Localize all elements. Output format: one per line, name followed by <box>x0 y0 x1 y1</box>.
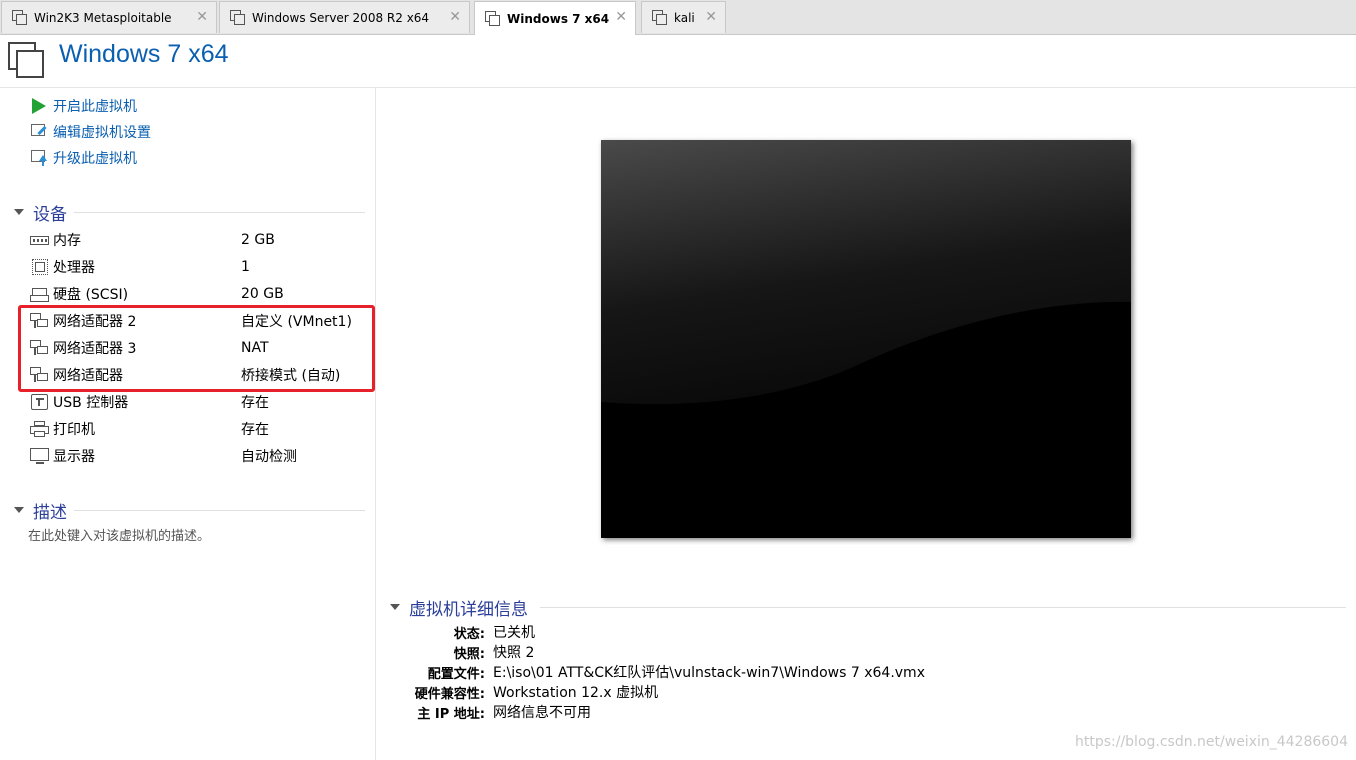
device-name: 处理器 <box>53 260 95 276</box>
detail-value: 网络信息不可用 <box>493 705 591 721</box>
details-section-toggle[interactable]: 虚拟机详细信息 <box>390 596 528 620</box>
detail-row-ip-address: 主 IP 地址: 网络信息不可用 <box>380 702 1080 722</box>
detail-key: 主 IP 地址: <box>417 706 485 722</box>
vm-large-icon <box>8 42 46 78</box>
detail-row-state: 状态: 已关机 <box>380 622 1080 642</box>
close-icon[interactable]: ✕ <box>196 10 208 24</box>
tab-win2k3-metasploitable[interactable]: Win2K3 Metasploitable ✕ <box>1 1 217 33</box>
devices-section-toggle[interactable]: 设备 <box>14 201 67 225</box>
device-row-usb[interactable]: USB 控制器 存在 <box>30 390 360 414</box>
tab-label: Windows 7 x64 <box>507 11 610 26</box>
collapse-triangle-icon <box>390 604 400 610</box>
processor-icon <box>30 258 50 276</box>
device-value: 20 GB <box>241 286 284 302</box>
memory-icon <box>30 231 50 249</box>
description-text[interactable]: 在此处键入对该虚拟机的描述。 <box>28 525 210 544</box>
device-value: 2 GB <box>241 232 275 248</box>
description-section-toggle[interactable]: 描述 <box>14 499 67 523</box>
power-on-label: 开启此虚拟机 <box>53 99 137 115</box>
device-name: 内存 <box>53 233 81 249</box>
collapse-triangle-icon <box>14 209 24 215</box>
devices-heading: 设备 <box>33 204 67 225</box>
detail-key: 状态: <box>453 626 485 642</box>
tab-bar: Win2K3 Metasploitable ✕ Windows Server 2… <box>0 0 1356 35</box>
device-row-memory[interactable]: 内存 2 GB <box>30 228 360 252</box>
device-row-processor[interactable]: 处理器 1 <box>30 255 360 279</box>
upgrade-label: 升级此虚拟机 <box>53 151 137 167</box>
tab-label: Win2K3 Metasploitable <box>34 10 172 25</box>
power-on-link[interactable]: 开启此虚拟机 <box>30 95 137 117</box>
device-value: 自动检测 <box>241 449 297 465</box>
detail-row-hardware-compat: 硬件兼容性: Workstation 12.x 虚拟机 <box>380 682 1080 702</box>
section-rule <box>540 607 1346 608</box>
device-name: 显示器 <box>53 449 95 465</box>
vm-icon <box>12 9 28 26</box>
tab-label: Windows Server 2008 R2 x64 <box>252 10 430 25</box>
collapse-triangle-icon <box>14 507 24 513</box>
detail-row-snapshot: 快照: 快照 2 <box>380 642 1080 662</box>
detail-value: 快照 2 <box>493 645 535 661</box>
close-icon[interactable]: ✕ <box>449 10 461 24</box>
detail-key: 快照: <box>453 646 485 662</box>
section-rule <box>74 510 365 511</box>
usb-icon <box>30 393 50 411</box>
details-heading: 虚拟机详细信息 <box>409 599 528 620</box>
watermark: https://blog.csdn.net/weixin_44286604 <box>1074 734 1348 750</box>
edit-settings-icon <box>30 123 48 141</box>
printer-icon <box>30 420 50 438</box>
close-icon[interactable]: ✕ <box>615 10 627 24</box>
section-rule <box>74 212 365 213</box>
detail-row-config-file: 配置文件: E:\iso\01 ATT&CK红队评估\vulnstack-win… <box>380 662 1080 682</box>
header-divider <box>0 87 1356 88</box>
device-row-printer[interactable]: 打印机 存在 <box>30 417 360 441</box>
play-icon <box>30 97 48 115</box>
upgrade-icon <box>30 149 48 167</box>
device-row-display[interactable]: 显示器 自动检测 <box>30 444 360 468</box>
vm-icon <box>230 9 246 26</box>
edit-settings-link[interactable]: 编辑虚拟机设置 <box>30 121 151 143</box>
device-value: 存在 <box>241 422 269 438</box>
tab-label: kali <box>674 10 695 25</box>
device-row-harddisk[interactable]: 硬盘 (SCSI) 20 GB <box>30 282 360 306</box>
tab-kali[interactable]: kali ✕ <box>641 1 726 33</box>
description-heading: 描述 <box>33 502 67 523</box>
detail-value: E:\iso\01 ATT&CK红队评估\vulnstack-win7\Wind… <box>493 665 925 681</box>
tab-windows-server-2008[interactable]: Windows Server 2008 R2 x64 ✕ <box>219 1 470 33</box>
device-value: 存在 <box>241 395 269 411</box>
vm-icon <box>652 9 668 26</box>
vm-preview-graphic <box>601 140 1131 538</box>
page-title: Windows 7 x64 <box>59 40 229 68</box>
close-icon[interactable]: ✕ <box>705 10 717 24</box>
detail-key: 配置文件: <box>427 666 485 682</box>
vm-preview-thumbnail[interactable] <box>601 140 1131 538</box>
tab-windows-7-x64[interactable]: Windows 7 x64 ✕ <box>474 1 636 35</box>
upgrade-vm-link[interactable]: 升级此虚拟机 <box>30 147 137 169</box>
device-name: 打印机 <box>53 422 95 438</box>
detail-value: Workstation 12.x 虚拟机 <box>493 685 659 701</box>
harddisk-icon <box>30 285 50 303</box>
device-value: 1 <box>241 259 250 275</box>
display-icon <box>30 447 50 465</box>
edit-settings-label: 编辑虚拟机设置 <box>53 125 151 141</box>
network-adapters-highlight-box <box>18 305 375 392</box>
device-name: 硬盘 (SCSI) <box>53 287 129 303</box>
pane-divider <box>375 87 376 760</box>
detail-value: 已关机 <box>493 625 535 641</box>
detail-key: 硬件兼容性: <box>414 686 485 702</box>
device-name: USB 控制器 <box>53 395 129 411</box>
vm-icon <box>485 10 501 27</box>
